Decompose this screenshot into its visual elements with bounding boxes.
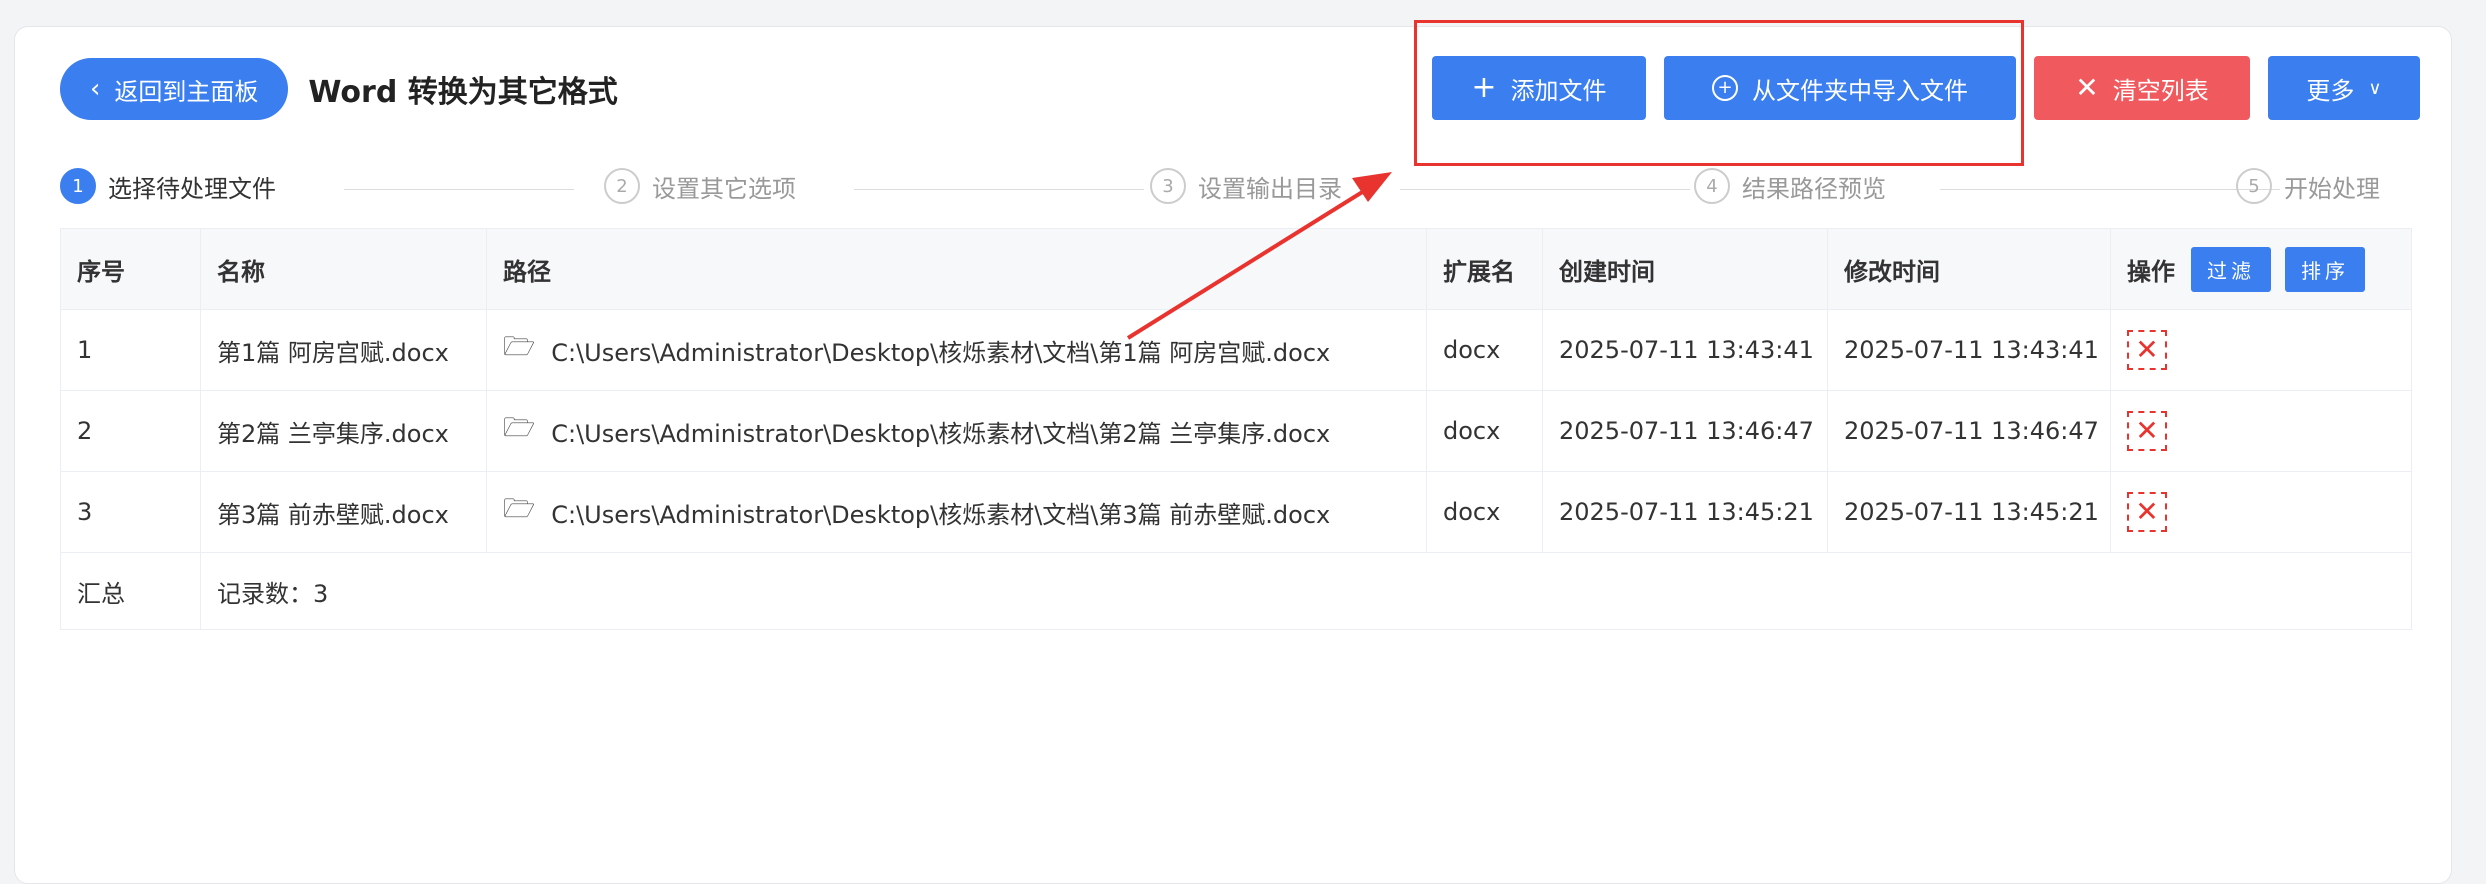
row-modified: 2025-07-11 13:46:47 xyxy=(1828,391,2111,471)
table-row[interactable]: 2 第2篇 兰亭集序.docx 🗁 C:\Users\Administrator… xyxy=(61,391,2411,472)
clear-list-button[interactable]: ✕ 清空列表 xyxy=(2034,56,2250,120)
table-header-row: 序号 名称 路径 扩展名 创建时间 修改时间 操作 过滤 排序 xyxy=(61,229,2411,310)
column-header-modified: 修改时间 xyxy=(1828,229,2111,309)
row-path-text: C:\Users\Administrator\Desktop\核烁素材\文档\第… xyxy=(551,500,1331,529)
chevron-down-icon: ∨ xyxy=(2368,77,2382,99)
column-header-index: 序号 xyxy=(61,229,201,309)
filter-button[interactable]: 过滤 xyxy=(2191,246,2271,292)
close-icon: ✕ xyxy=(2075,71,2099,104)
step-3[interactable]: 3 设置输出目录 xyxy=(1150,168,1342,204)
row-index: 3 xyxy=(61,472,201,552)
row-name: 第1篇 阿房宫赋.docx xyxy=(201,310,487,390)
row-path: 🗁 C:\Users\Administrator\Desktop\核烁素材\文档… xyxy=(487,391,1427,471)
back-button-label: 返回到主面板 xyxy=(114,77,259,106)
step-connector xyxy=(1400,189,1690,190)
row-actions: ✕ xyxy=(2111,310,2411,390)
row-actions: ✕ xyxy=(2111,391,2411,471)
clear-list-label: 清空列表 xyxy=(2112,76,2209,105)
row-name: 第3篇 前赤壁赋.docx xyxy=(201,472,487,552)
row-actions: ✕ xyxy=(2111,472,2411,552)
row-index: 2 xyxy=(61,391,201,471)
row-path: 🗁 C:\Users\Administrator\Desktop\核烁素材\文档… xyxy=(487,310,1427,390)
row-modified: 2025-07-11 13:45:21 xyxy=(1828,472,2111,552)
delete-x-icon[interactable]: ✕ xyxy=(2127,492,2167,532)
column-header-extension: 扩展名 xyxy=(1427,229,1543,309)
page-header: ‹ 返回到主面板 Word 转换为其它格式 xyxy=(60,58,618,120)
table-row[interactable]: 1 第1篇 阿房宫赋.docx 🗁 C:\Users\Administrator… xyxy=(61,310,2411,391)
chevron-left-icon: ‹ xyxy=(90,74,101,104)
step-number: 3 xyxy=(1150,168,1186,204)
more-label: 更多 xyxy=(2306,76,2355,105)
row-extension: docx xyxy=(1427,391,1543,471)
step-indicator: 1 选择待处理文件 2 设置其它选项 3 设置输出目录 4 结果路径预览 5 开… xyxy=(60,168,2412,212)
step-connector xyxy=(1940,189,2280,190)
row-path-text: C:\Users\Administrator\Desktop\核烁素材\文档\第… xyxy=(551,338,1331,367)
actions-label: 操作 xyxy=(2127,257,2175,286)
step-number: 2 xyxy=(604,168,640,204)
step-4[interactable]: 4 结果路径预览 xyxy=(1694,168,1886,204)
row-path: 🗁 C:\Users\Administrator\Desktop\核烁素材\文档… xyxy=(487,472,1427,552)
step-number: 1 xyxy=(60,168,96,204)
summary-label: 汇总 xyxy=(61,553,201,629)
row-created: 2025-07-11 13:45:21 xyxy=(1543,472,1828,552)
step-label: 结果路径预览 xyxy=(1742,174,1886,203)
folder-icon[interactable]: 🗁 xyxy=(503,328,535,372)
step-number: 5 xyxy=(2236,168,2272,204)
delete-x-icon[interactable]: ✕ xyxy=(2127,411,2167,451)
step-label: 设置其它选项 xyxy=(652,174,796,203)
row-created: 2025-07-11 13:46:47 xyxy=(1543,391,1828,471)
step-label: 开始处理 xyxy=(2284,174,2380,203)
table-row[interactable]: 3 第3篇 前赤壁赋.docx 🗁 C:\Users\Administrator… xyxy=(61,472,2411,553)
row-index: 1 xyxy=(61,310,201,390)
step-connector xyxy=(344,189,574,190)
step-connector xyxy=(854,189,1144,190)
file-table: 序号 名称 路径 扩展名 创建时间 修改时间 操作 过滤 排序 1 第1篇 阿房… xyxy=(60,228,2412,630)
sort-button[interactable]: 排序 xyxy=(2285,246,2365,292)
step-2[interactable]: 2 设置其它选项 xyxy=(604,168,796,204)
column-header-name: 名称 xyxy=(201,229,487,309)
folder-icon[interactable]: 🗁 xyxy=(503,490,535,534)
column-header-created: 创建时间 xyxy=(1543,229,1828,309)
summary-value: 记录数：3 xyxy=(217,579,329,608)
back-to-dashboard-button[interactable]: ‹ 返回到主面板 xyxy=(60,58,289,120)
row-extension: docx xyxy=(1427,472,1543,552)
row-created: 2025-07-11 13:43:41 xyxy=(1543,310,1828,390)
row-name: 第2篇 兰亭集序.docx xyxy=(201,391,487,471)
step-label: 设置输出目录 xyxy=(1198,174,1342,203)
step-number: 4 xyxy=(1694,168,1730,204)
annotation-highlight-box xyxy=(1414,20,2024,166)
folder-icon[interactable]: 🗁 xyxy=(503,409,535,453)
row-path-text: C:\Users\Administrator\Desktop\核烁素材\文档\第… xyxy=(551,419,1331,448)
step-1[interactable]: 1 选择待处理文件 xyxy=(60,168,276,204)
page-title: Word 转换为其它格式 xyxy=(308,75,618,110)
table-summary-row: 汇总 记录数：3 xyxy=(61,553,2411,629)
row-extension: docx xyxy=(1427,310,1543,390)
delete-x-icon[interactable]: ✕ xyxy=(2127,330,2167,370)
step-label: 选择待处理文件 xyxy=(108,174,276,203)
row-modified: 2025-07-11 13:43:41 xyxy=(1828,310,2111,390)
column-header-path: 路径 xyxy=(487,229,1427,309)
step-5[interactable]: 5 开始处理 xyxy=(2236,168,2380,204)
more-button[interactable]: 更多 ∨ xyxy=(2268,56,2420,120)
column-header-actions: 操作 过滤 排序 xyxy=(2111,229,2411,309)
